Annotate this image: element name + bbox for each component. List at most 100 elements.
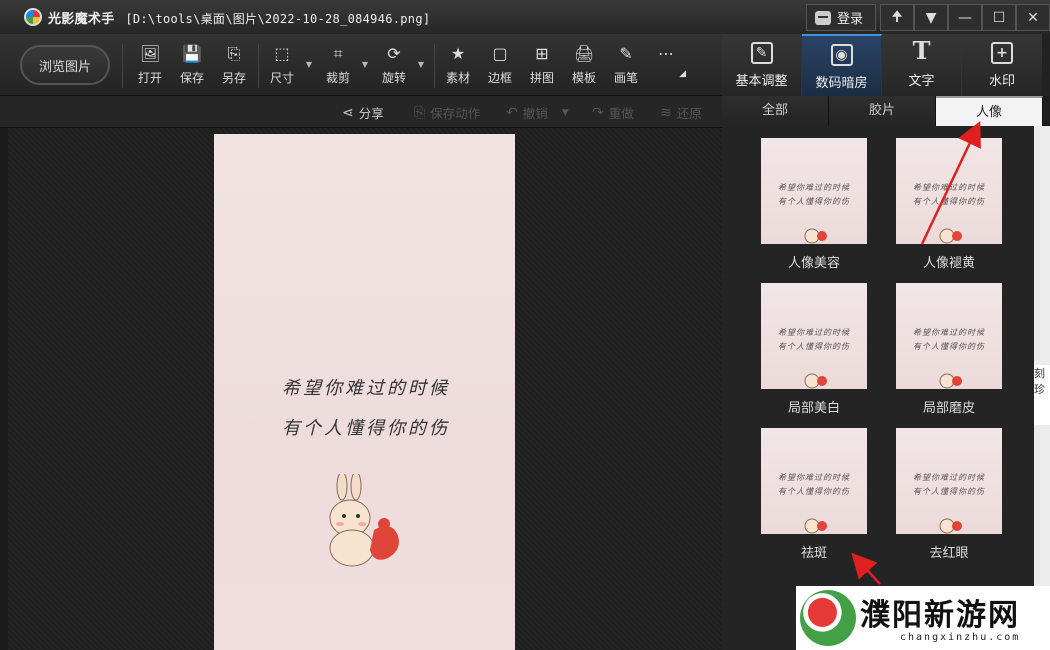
login-label: 登录 — [836, 12, 863, 27]
close-button[interactable]: ✕ — [1016, 4, 1050, 31]
thumb-text: 有个人懂得你的伤 — [778, 342, 850, 351]
right-panel-tabs: ✎ 基本调整 ◉ 数码暗房 T 文字 + 水印 — [722, 34, 1050, 96]
save-action-label: 保存动作 — [430, 106, 481, 121]
chevron-down-icon[interactable]: ▼ — [306, 60, 312, 69]
save-action-button[interactable]: ⎘ 保存动作 — [414, 103, 480, 122]
open-label: 打开 — [137, 71, 162, 85]
effect-thumbnail: 希望你难过的时候 有个人懂得你的伤 — [896, 283, 1002, 389]
browse-images-button[interactable]: 浏览图片 — [20, 45, 110, 85]
thumb-text: 有个人懂得你的伤 — [913, 487, 985, 496]
share-button[interactable]: ⋖ 分享 — [342, 103, 384, 122]
chevron-down-icon[interactable]: ▼ — [362, 60, 368, 69]
thumb-text: 希望你难过的时候 — [778, 328, 850, 337]
tab-digital-darkroom[interactable]: ◉ 数码暗房 — [802, 34, 882, 96]
thumb-text: 希望你难过的时候 — [778, 183, 850, 192]
user-face-icon — [814, 10, 831, 25]
chevron-down-icon[interactable]: ▼ — [562, 108, 569, 118]
watermark-add-icon: + — [991, 42, 1013, 64]
border-label: 边框 — [487, 71, 512, 85]
thumb-text: 希望你难过的时候 — [778, 473, 850, 482]
effect-thumbnail: 希望你难过的时候 有个人懂得你的伤 — [896, 428, 1002, 534]
chevron-down-icon[interactable]: ▼ — [418, 60, 424, 69]
effects-panel: 希望你难过的时候 有个人懂得你的伤 人像美容 希望你难过的时候 有个人懂得你的伤… — [722, 126, 1034, 650]
tab-label: 数码暗房 — [815, 76, 868, 91]
effect-portrait-beauty[interactable]: 希望你难过的时候 有个人懂得你的伤 人像美容 — [760, 138, 868, 271]
thumb-text: 有个人懂得你的伤 — [778, 487, 850, 496]
app-name: 光影魔术手 — [48, 11, 115, 27]
restore-button[interactable]: ≋ 还原 — [660, 103, 702, 122]
effect-category-tabs: 全部 胶片 人像 — [722, 96, 1050, 126]
crop-button[interactable]: ⌗ 裁剪 ▼ — [318, 44, 368, 88]
restore-label: 还原 — [676, 106, 702, 121]
effect-label: 人像美容 — [787, 256, 840, 271]
thumb-text: 有个人懂得你的伤 — [778, 197, 850, 206]
undo-button[interactable]: ↶ 撤销 ▼ — [506, 103, 569, 122]
toolbar-divider — [122, 44, 123, 88]
tab-watermark[interactable]: + 水印 — [962, 34, 1042, 96]
undo-icon: ↶ — [506, 104, 518, 121]
border-button[interactable]: ▢ 边框 — [480, 44, 520, 88]
effect-portrait-fade-yellow[interactable]: 希望你难过的时候 有个人懂得你的伤 人像褪黄 — [895, 138, 1003, 271]
menu-dropdown-button[interactable]: ▼ — [914, 4, 948, 31]
save-as-button[interactable]: ⎘ 另存 — [214, 44, 254, 88]
photo-text-line-2: 有个人懂得你的伤 — [282, 418, 450, 439]
collage-label: 拼图 — [529, 71, 554, 85]
effect-remove-spots[interactable]: 希望你难过的时候 有个人懂得你的伤 祛斑 — [760, 428, 868, 561]
open-image-icon: 🖼 — [140, 44, 161, 63]
watermark-url: changxinzhu.com — [900, 632, 1021, 643]
bunny-illustration — [329, 474, 399, 567]
share-icon: ⋖ — [342, 104, 354, 121]
minimize-button[interactable]: — — [948, 4, 982, 31]
effect-local-smoothing[interactable]: 希望你难过的时候 有个人懂得你的伤 局部磨皮 — [895, 283, 1003, 416]
thumb-text: 希望你难过的时候 — [913, 328, 985, 337]
tab-label: 水印 — [988, 74, 1015, 89]
main-toolbar: 浏览图片 🖼 打开 💾 保存 ⎘ 另存 ⬚ 尺寸 ▼ ⌗ 裁剪 ▼ ⟳ 旋转 ▼ — [0, 34, 722, 96]
edit-icon: ✎ — [750, 42, 773, 64]
effect-local-whitening[interactable]: 希望你难过的时候 有个人懂得你的伤 局部美白 — [760, 283, 868, 416]
template-label: 模板 — [571, 71, 596, 85]
tab-basic-adjust[interactable]: ✎ 基本调整 — [722, 34, 802, 96]
open-button[interactable]: 🖼 打开 — [130, 44, 170, 88]
photo-preview: 希望你难过的时候 有个人懂得你的伤 — [214, 134, 515, 650]
more-icon: ⋯ — [658, 44, 674, 63]
effect-thumbnail: 希望你难过的时候 有个人懂得你的伤 — [896, 138, 1002, 244]
effect-label: 祛斑 — [800, 546, 827, 561]
file-path: [D:\tools\桌面\图片\2022-10-28_084946.png] — [125, 11, 431, 26]
effect-label: 局部美白 — [787, 401, 840, 416]
action-bar: ⋖ 分享 ⎘ 保存动作 ↶ 撤销 ▼ ↷ 重做 ≋ 还原 — [0, 96, 722, 128]
more-button[interactable]: ⋯ ◢ — [646, 44, 686, 88]
brush-button[interactable]: ✎ 画笔 — [606, 44, 646, 88]
brush-icon: ✎ — [619, 44, 633, 63]
subtab-film[interactable]: 胶片 — [829, 96, 936, 126]
subtab-all[interactable]: 全部 — [722, 96, 829, 126]
restore-icon: ≋ — [660, 104, 672, 121]
thumb-text: 希望你难过的时候 — [913, 473, 985, 482]
subtab-portrait[interactable]: 人像 — [936, 96, 1043, 126]
camera-icon: ◉ — [830, 44, 853, 66]
image-canvas[interactable]: 希望你难过的时候 有个人懂得你的伤 — [8, 128, 722, 650]
rotate-button[interactable]: ⟳ 旋转 ▼ — [374, 44, 424, 88]
bunny-thumb-icon — [804, 518, 827, 534]
login-button[interactable]: 登录 — [805, 4, 876, 31]
site-watermark: 濮阳新游网 changxinzhu.com — [796, 586, 1050, 650]
collage-button[interactable]: ⊞ 拼图 — [522, 44, 562, 88]
border-icon: ▢ — [492, 44, 508, 63]
template-button[interactable]: 🖨 模板 — [564, 44, 604, 88]
effect-thumbnail: 希望你难过的时候 有个人懂得你的伤 — [761, 138, 867, 244]
redo-button[interactable]: ↷ 重做 — [592, 103, 634, 122]
save-as-icon: ⎘ — [227, 44, 241, 63]
save-label: 保存 — [179, 71, 204, 85]
save-button[interactable]: 💾 保存 — [172, 44, 212, 88]
desktop-edge-text: 刻 珍 — [1034, 365, 1050, 425]
maximize-button[interactable]: ☐ — [982, 4, 1016, 31]
thumb-text: 有个人懂得你的伤 — [913, 342, 985, 351]
resize-button[interactable]: ⬚ 尺寸 ▼ — [262, 44, 312, 88]
resize-icon: ⬚ — [274, 44, 290, 63]
effect-red-eye-removal[interactable]: 希望你难过的时候 有个人懂得你的伤 去红眼 — [895, 428, 1003, 561]
crop-label: 裁剪 — [325, 71, 350, 85]
text-icon: T — [912, 36, 931, 65]
pin-button[interactable]: 🠉 — [880, 4, 914, 31]
material-button[interactable]: ★ 素材 — [438, 44, 478, 88]
tab-text[interactable]: T 文字 — [882, 34, 962, 96]
bunny-thumb-icon — [939, 518, 962, 534]
